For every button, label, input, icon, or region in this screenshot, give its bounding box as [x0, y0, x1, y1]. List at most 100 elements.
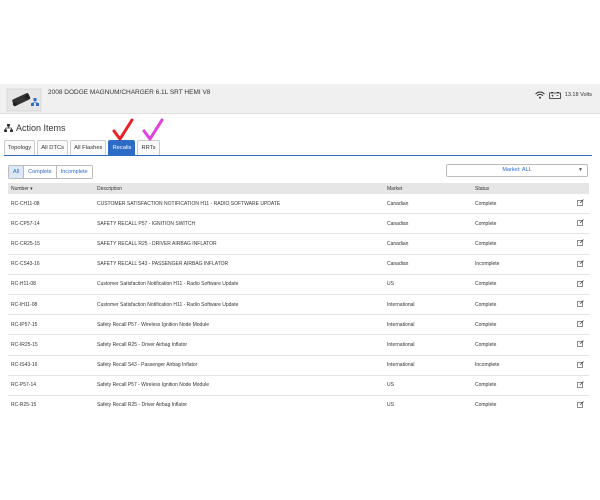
- tab-topology[interactable]: Topology: [4, 140, 36, 155]
- row-description: Customer Satisfaction Notification H11 -…: [97, 281, 239, 288]
- edit-icon: [577, 199, 584, 206]
- edit-icon: [577, 239, 584, 247]
- col-header-market: Market: [387, 185, 403, 192]
- voltage-readout: 13.18 Volts: [564, 92, 592, 98]
- row-market: US: [387, 382, 394, 389]
- row-market: Canadian: [387, 220, 409, 227]
- row-status: Complete: [475, 240, 497, 247]
- edit-icon: [577, 320, 584, 328]
- row-market: International: [387, 362, 415, 369]
- row-status: Incomplete: [475, 362, 500, 369]
- table-row[interactable]: RC-P57-14 Safety Recall P57 - Wireless Ig…: [8, 376, 589, 396]
- tab-recalls[interactable]: Recalls: [108, 140, 136, 155]
- row-status: Complete: [475, 382, 497, 389]
- row-status: Complete: [475, 220, 497, 227]
- row-description: SAFETY RECALL S43 - PASSENGER AIRBAG INF…: [97, 261, 229, 268]
- row-description: CUSTOMER SATISFACTION NOTIFICATION H11 -…: [97, 200, 281, 207]
- row-description: Safety Recall R25 - Driver Airbag Inflat…: [97, 402, 188, 409]
- table-row[interactable]: RC-IS43-16 Safety Recall S43 - Passenger …: [8, 356, 589, 376]
- row-market: US: [387, 402, 394, 409]
- vehicle-title: 2008 DODGE MAGNUM/CHARGER 6.1L SRT HEMI …: [48, 89, 211, 96]
- row-number: RC-IP57-15: [11, 321, 38, 328]
- hierarchy-icon: [4, 124, 13, 132]
- edit-icon: [577, 340, 584, 348]
- market-select[interactable]: Market: ALL ▼: [446, 164, 588, 177]
- row-market: Canadian: [387, 240, 409, 247]
- car-logo-icon: [6, 88, 42, 112]
- row-description: SAFETY RECALL P57 - IGNITION SWITCH: [97, 220, 196, 227]
- row-status: Incomplete: [475, 261, 500, 268]
- table-body: RC-CH11-08 CUSTOMER SATISFACTION NOTIFICA…: [8, 194, 589, 414]
- row-number: RC-CP57-14: [11, 220, 40, 227]
- row-market: Canadian: [387, 261, 409, 268]
- edit-button[interactable]: [572, 340, 589, 349]
- col-header-description: Description: [97, 185, 123, 192]
- app-window: 2008 DODGE MAGNUM/CHARGER 6.1L SRT HEMI …: [0, 84, 600, 414]
- edit-button[interactable]: [572, 300, 589, 309]
- magenta-check-mark-icon: [142, 118, 164, 141]
- edit-button[interactable]: [572, 360, 589, 370]
- row-market: Canadian: [387, 200, 409, 207]
- row-description: Safety Recall P57 - Wireless Ignition No…: [97, 382, 209, 389]
- table-row[interactable]: RC-H11-08 Customer Satisfaction Notificat…: [8, 275, 589, 295]
- table-row[interactable]: RC-R25-15 Safety Recall R25 - Driver Airb…: [8, 396, 589, 414]
- edit-icon: [577, 280, 584, 287]
- row-status: Complete: [475, 281, 497, 288]
- edit-button[interactable]: [572, 401, 589, 410]
- row-number: RC-H11-08: [11, 281, 36, 288]
- row-number: RC-CS43-16: [11, 261, 40, 268]
- row-description: Safety Recall R25 - Driver Airbag Inflat…: [97, 341, 188, 348]
- row-market: International: [387, 341, 415, 348]
- red-check-mark-icon: [112, 118, 134, 141]
- edit-button[interactable]: [572, 280, 589, 289]
- table-row[interactable]: RC-CH11-08 CUSTOMER SATISFACTION NOTIFICA…: [8, 194, 589, 215]
- tab-underline: [4, 155, 592, 156]
- edit-button[interactable]: [572, 239, 589, 248]
- row-number: RC-IR25-15: [11, 341, 38, 348]
- recalls-table: Number ▾ Description Market Status RC-CH…: [8, 183, 589, 414]
- row-description: SAFETY RECALL R25 - DRIVER AIRBAG INFLAT…: [97, 240, 217, 247]
- filter-all-button[interactable]: All: [9, 166, 25, 178]
- row-number: RC-IS43-16: [11, 362, 38, 369]
- row-market: International: [387, 301, 415, 308]
- edit-icon: [577, 360, 584, 368]
- tab-all-flashes[interactable]: All Flashes: [70, 140, 107, 155]
- filter-incomplete-button[interactable]: Incomplete: [56, 166, 92, 178]
- edit-button[interactable]: [572, 259, 589, 269]
- tab-rrts[interactable]: RRTs: [137, 140, 160, 155]
- edit-button[interactable]: [572, 199, 589, 208]
- row-description: Safety Recall P57 - Wireless Ignition No…: [97, 321, 209, 328]
- edit-icon: [577, 219, 584, 227]
- table-row[interactable]: RC-CR25-15 SAFETY RECALL R25 - DRIVER AIR…: [8, 234, 589, 255]
- battery-icon: [548, 91, 561, 99]
- table-row[interactable]: RC-CS43-16 SAFETY RECALL S43 - PASSENGER …: [8, 255, 589, 275]
- row-status: Complete: [475, 200, 497, 207]
- row-status: Complete: [475, 301, 497, 308]
- row-number: RC-P57-14: [11, 382, 37, 389]
- row-market: US: [387, 281, 394, 288]
- status-area: 13.18 Volts: [534, 91, 592, 99]
- table-row[interactable]: RC-IP57-15 Safety Recall P57 - Wireless I…: [8, 315, 589, 336]
- edit-button[interactable]: [572, 380, 589, 390]
- edit-button[interactable]: [572, 219, 589, 228]
- edit-icon: [577, 300, 584, 307]
- edit-button[interactable]: [572, 320, 589, 329]
- tab-all-dtcs[interactable]: All DTCs: [37, 140, 69, 155]
- row-description: Customer Satisfaction Notification H11 -…: [97, 301, 239, 308]
- row-description: Safety Recall S43 - Passenger Airbag Inf…: [97, 362, 198, 369]
- wifi-icon: [534, 91, 545, 99]
- section-title-text: Action Items: [16, 123, 66, 133]
- row-number: RC-IH11-08: [11, 301, 38, 308]
- col-header-number[interactable]: Number ▾: [8, 186, 97, 192]
- header-bar: 2008 DODGE MAGNUM/CHARGER 6.1L SRT HEMI …: [0, 84, 600, 114]
- row-status: Complete: [475, 402, 497, 409]
- edit-icon: [577, 380, 584, 388]
- table-row[interactable]: RC-IH11-08 Customer Satisfaction Notifica…: [8, 295, 589, 316]
- table-row[interactable]: RC-IR25-15 Safety Recall R25 - Driver Air…: [8, 335, 589, 356]
- market-select-value: Market: ALL: [502, 167, 532, 173]
- row-number: RC-R25-15: [11, 402, 37, 409]
- edit-icon: [577, 401, 584, 408]
- table-row[interactable]: RC-CP57-14 SAFETY RECALL P57 - IGNITION S…: [8, 214, 589, 235]
- filter-complete-button[interactable]: Complete: [24, 166, 57, 178]
- row-number: RC-CR25-15: [11, 240, 40, 247]
